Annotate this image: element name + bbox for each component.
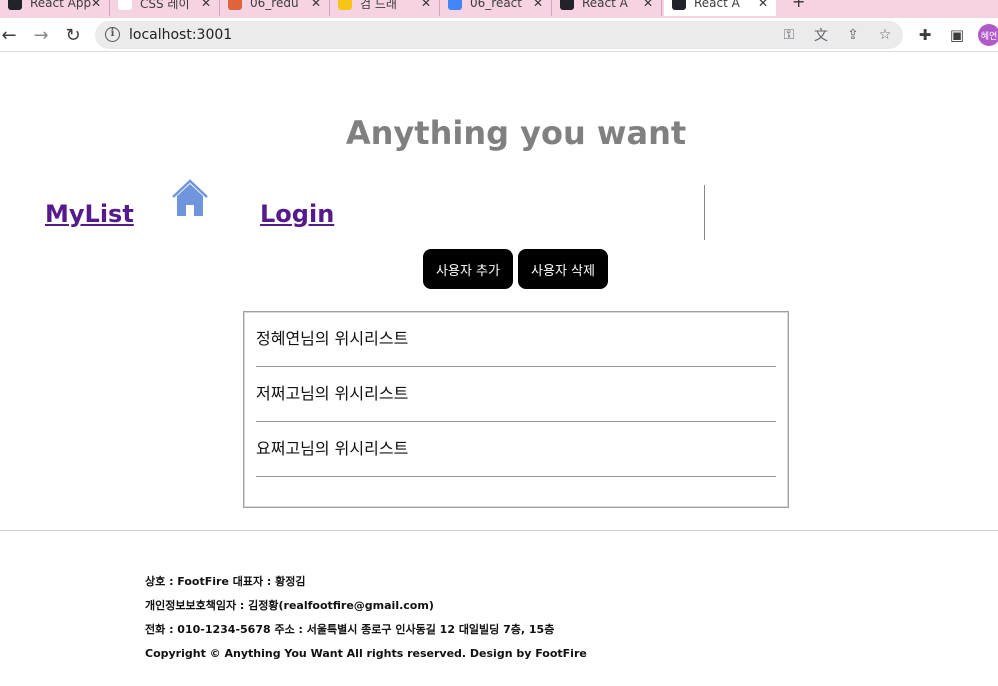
nav-link-mylist[interactable]: MyList	[45, 200, 134, 228]
tab-label: CSS 레이	[140, 0, 190, 11]
browser-tab[interactable]: CSS 레이 ✕	[110, 0, 220, 16]
footer-contact-address: 전화 : 010-1234-5678 주소 : 서울특별시 종로구 인사동길 1…	[145, 623, 555, 636]
bookmark-star-icon[interactable]: ☆	[875, 25, 895, 45]
browser-toolbar: ← → ↻ i localhost:3001 ⚿ 文 ⇪ ☆ ✚ ▣ 혜연	[0, 18, 998, 52]
tab-label: 06_redu	[250, 0, 299, 10]
tab-close-icon[interactable]: ✕	[643, 0, 653, 10]
wishlist-item[interactable]: 정혜연님의 위시리스트	[256, 312, 776, 367]
share-icon[interactable]: ⇪	[843, 25, 863, 45]
tab-close-icon[interactable]: ✕	[91, 0, 101, 10]
bulb-favicon-icon	[338, 0, 352, 10]
forward-arrow-icon[interactable]: →	[28, 22, 54, 48]
tab-label: 06_react	[470, 0, 522, 10]
tab-close-icon[interactable]: ✕	[758, 0, 768, 10]
footer-divider	[0, 530, 998, 531]
tab-label: React A	[694, 0, 740, 10]
react-favicon-icon	[560, 0, 574, 10]
react-favicon-icon	[8, 0, 22, 10]
side-panel-icon[interactable]: ▣	[946, 24, 968, 46]
tab-label: React App	[30, 0, 92, 10]
site-info-icon[interactable]: i	[105, 27, 120, 42]
dots-favicon-icon	[118, 0, 132, 10]
add-user-button[interactable]: 사용자 추가	[423, 249, 513, 289]
profile-avatar[interactable]: 혜연	[978, 24, 998, 46]
footer-copyright: Copyright © Anything You Want All rights…	[145, 647, 587, 660]
browser-tab[interactable]: React App ✕	[0, 0, 110, 16]
nav-link-login[interactable]: Login	[260, 200, 334, 228]
tab-close-icon[interactable]: ✕	[201, 0, 211, 10]
wishlist-list: 정혜연님의 위시리스트 저쩌고님의 위시리스트 요쩌고님의 위시리스트	[243, 311, 789, 508]
browser-tab[interactable]: 06_redu ✕	[220, 0, 330, 16]
shield-favicon-icon	[228, 0, 242, 10]
browser-tab-active[interactable]: React A ✕	[664, 0, 776, 16]
site-title: Anything you want	[345, 114, 687, 152]
back-arrow-icon[interactable]: ←	[0, 22, 22, 48]
tab-close-icon[interactable]: ✕	[533, 0, 543, 10]
tab-label: 검 드래	[360, 0, 397, 11]
tab-close-icon[interactable]: ✕	[311, 0, 321, 10]
home-icon[interactable]	[170, 178, 210, 218]
react-favicon-icon	[672, 0, 686, 10]
tab-strip: React App ✕ CSS 레이 ✕ 06_redu ✕ 검 드래 ✕ 06…	[0, 0, 998, 18]
drive-favicon-icon	[448, 0, 462, 10]
key-icon[interactable]: ⚿	[779, 25, 799, 45]
tab-label: React A	[582, 0, 628, 10]
footer: 상호 : FootFire 대표자 : 황정김 개인정보보호책임자 : 김정황(…	[145, 574, 587, 670]
vertical-divider	[704, 185, 705, 240]
new-tab-button[interactable]: +	[792, 0, 805, 11]
url-text[interactable]: localhost:3001	[129, 27, 232, 43]
reload-icon[interactable]: ↻	[60, 22, 86, 48]
browser-tab[interactable]: 검 드래 ✕	[330, 0, 440, 16]
wishlist-item[interactable]: 저쩌고님의 위시리스트	[256, 367, 776, 422]
address-bar[interactable]: i localhost:3001 ⚿ 文 ⇪ ☆	[95, 21, 903, 49]
footer-privacy-officer: 개인정보보호책임자 : 김정황(realfootfire@gmail.com)	[145, 599, 434, 612]
tab-close-icon[interactable]: ✕	[421, 0, 431, 10]
browser-tab[interactable]: 06_react ✕	[440, 0, 552, 16]
footer-company-info: 상호 : FootFire 대표자 : 황정김	[145, 575, 306, 588]
browser-tab[interactable]: React A ✕	[552, 0, 662, 16]
wishlist-item[interactable]: 요쩌고님의 위시리스트	[256, 422, 776, 477]
delete-user-button[interactable]: 사용자 삭제	[518, 249, 608, 289]
extensions-puzzle-icon[interactable]: ✚	[914, 24, 936, 46]
translate-icon[interactable]: 文	[811, 25, 831, 45]
